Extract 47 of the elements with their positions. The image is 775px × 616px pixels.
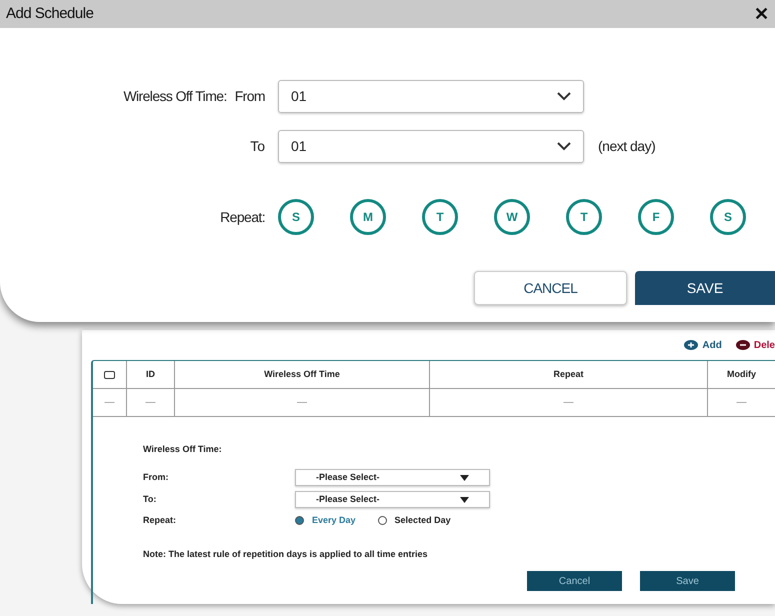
cancel-button[interactable]: Cancel [527,571,622,591]
save-button[interactable]: Save [640,571,735,591]
field-label: From [234,87,265,106]
form-heading: Wireless Off Time: [143,443,223,456]
dialog-title: Add Schedule [6,4,94,24]
field-label: To [250,137,265,156]
to-dropdown[interactable]: -Please Select- [295,491,490,508]
note-text: Note: The latest rule of repetition days is applied to all time entries [143,548,429,561]
from-label: From: [143,470,170,484]
minus-circle-icon [736,340,750,350]
cancel-button[interactable]: CANCEL [474,271,627,305]
repeat-label: Repeat: [220,208,265,227]
save-button[interactable]: SAVE [635,271,775,305]
table-cell: — [93,389,127,416]
from-select[interactable]: 01 [278,80,584,113]
field-label: Wireless Off Time: [123,87,227,106]
column-header: ID [127,361,175,388]
column-header: Modify [726,368,757,381]
table-cell: — [127,389,175,416]
day-toggle[interactable]: S [710,199,746,235]
next-day-note: (next day) [598,137,656,156]
table-cell: — [430,389,708,416]
table-cell: — [175,389,430,416]
day-toggle[interactable]: S [278,199,314,235]
chevron-down-icon [557,142,571,151]
dropdown-triangle-icon [460,474,469,480]
select-all-checkbox[interactable] [104,370,115,378]
day-toggle[interactable]: W [494,199,530,235]
column-header: Repeat [430,361,708,388]
day-toggle[interactable]: F [638,199,674,235]
to-label: To: [143,492,158,506]
repeat-radio[interactable]: Selected Day [378,514,451,528]
column-header: Wireless Off Time [175,361,430,388]
day-toggle[interactable]: T [566,199,602,235]
to-select[interactable]: 01 [278,130,584,163]
close-button[interactable]: ✕ [754,0,769,28]
repeat-label: Repeat: [143,514,178,527]
table-cell-text: — [736,396,748,410]
add-button[interactable]: Add [684,338,722,352]
day-toggle[interactable]: T [422,199,458,235]
day-toggle[interactable]: M [350,199,386,235]
dropdown-triangle-icon [460,496,469,502]
delete-button[interactable]: Dele [736,338,775,352]
repeat-radio[interactable]: Every Day [295,514,356,528]
plus-circle-icon [684,340,698,350]
from-dropdown[interactable]: -Please Select- [295,469,490,486]
chevron-down-icon [557,92,571,101]
